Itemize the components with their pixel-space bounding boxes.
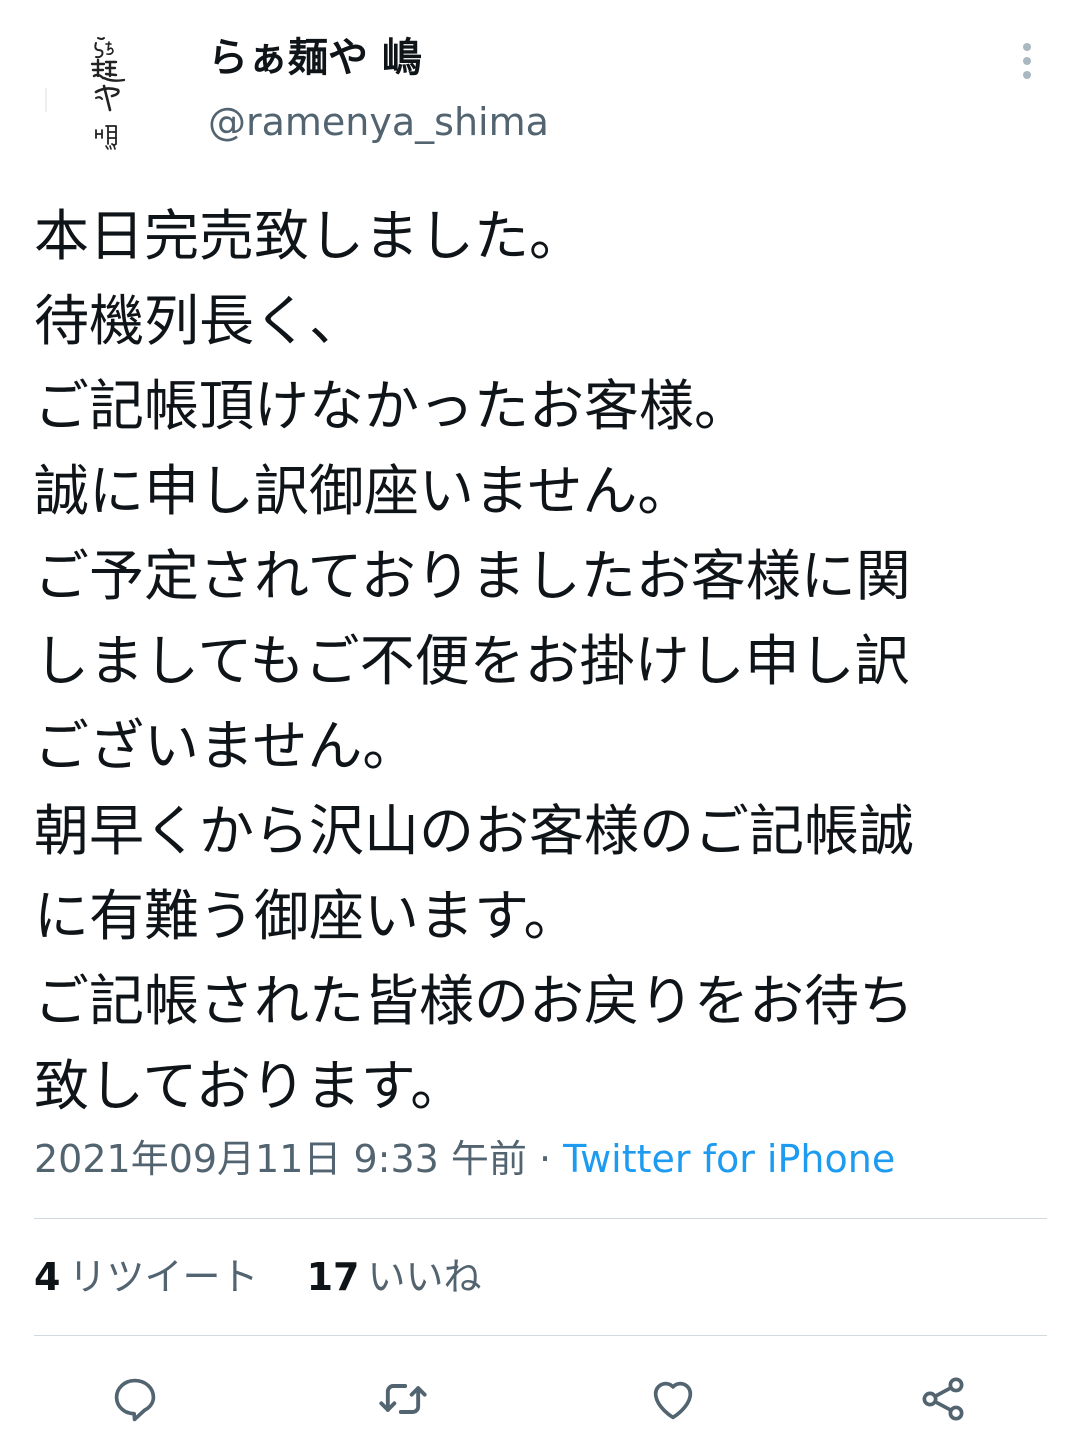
divider <box>34 1218 1047 1219</box>
action-bar <box>0 1364 1079 1434</box>
timestamp[interactable]: 2021年09月11日 9:33 午前 <box>34 1137 527 1181</box>
tweet-header: らぁ麺や 嶋 @ramenya_shima <box>0 0 1079 180</box>
tweet-line: 本日完売致しました。 <box>34 204 585 268</box>
heart-icon <box>653 1381 693 1420</box>
likes-count: 17 <box>306 1255 360 1299</box>
tweet-line: ございません。 <box>34 714 418 778</box>
avatar[interactable] <box>34 18 174 158</box>
tweet-text: 本日完売致しました。 待機列長く、 ご記帳頂けなかったお客様。 誠に申し訳御座い… <box>34 194 1054 1129</box>
tweet-stats: 4 リツイート 17 いいね <box>34 1252 481 1302</box>
meta-separator: · <box>526 1137 564 1181</box>
tweet-line: ご記帳された皆様のお戻りをお待ち <box>34 969 915 1033</box>
retweets-stat[interactable]: 4 リツイート <box>34 1252 258 1302</box>
reply-icon <box>114 1378 156 1422</box>
retweets-label: リツイート <box>68 1255 259 1299</box>
tweet-line: しましてもご不便をお掛けし申し訳 <box>34 629 910 693</box>
retweets-count: 4 <box>34 1255 61 1299</box>
tweet-line: ご記帳頂けなかったお客様。 <box>34 374 750 438</box>
avatar-calligraphy-logo <box>45 37 126 150</box>
likes-label: いいね <box>367 1255 482 1299</box>
share-button[interactable] <box>908 1364 978 1434</box>
divider <box>34 1335 1047 1336</box>
more-vertical-icon <box>1023 43 1031 79</box>
source-link[interactable]: Twitter for iPhone <box>563 1137 895 1181</box>
tweet-line: 致しております。 <box>34 1054 466 1118</box>
display-name[interactable]: らぁ麺や 嶋 <box>208 32 422 84</box>
tweet-line: 待機列長く、 <box>34 289 365 353</box>
tweet-line: ご予定されておりましたお客様に関 <box>34 544 911 608</box>
share-icon <box>922 1377 964 1421</box>
tweet-line: 朝早くから沢山のお客様のご記帳誠 <box>34 799 915 863</box>
more-button[interactable] <box>1004 36 1050 86</box>
tweet-line: に有難う御座います。 <box>34 884 579 948</box>
reply-button[interactable] <box>100 1364 170 1434</box>
retweet-button[interactable] <box>368 1364 438 1434</box>
retweet-icon <box>379 1384 427 1414</box>
like-button[interactable] <box>638 1364 708 1434</box>
likes-stat[interactable]: 17 いいね <box>307 1252 482 1302</box>
tweet-line: 誠に申し訳御座いません。 <box>34 459 693 523</box>
account-handle[interactable]: @ramenya_shima <box>208 98 549 146</box>
tweet-meta: 2021年09月11日 9:33 午前 · Twitter for iPhone <box>34 1134 895 1184</box>
